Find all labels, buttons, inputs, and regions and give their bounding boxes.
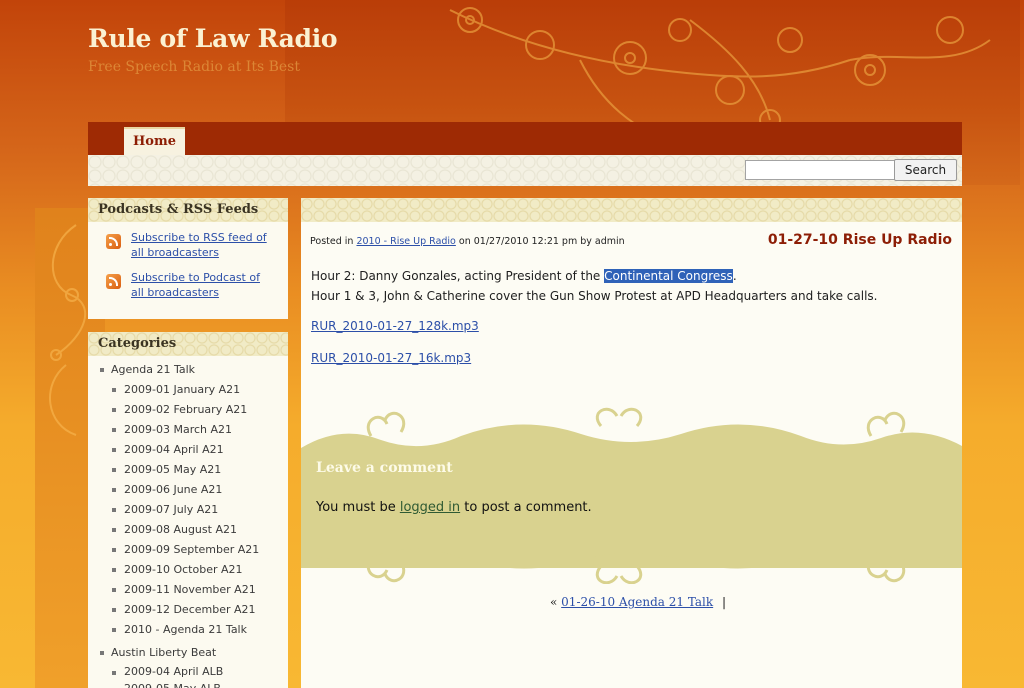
categories-list: Agenda 21 Talk 2009-01 January A21 2009-… [88,356,288,688]
previous-post-link[interactable]: 01-26-10 Agenda 21 Talk [561,595,713,609]
category-item[interactable]: 2009-02 February A21 [88,400,288,420]
category-item[interactable]: Agenda 21 Talk [88,360,288,380]
nav-tab-home[interactable]: Home [124,127,185,155]
mp3-link-16k[interactable]: RUR_2010-01-27_16k.mp3 [311,351,471,365]
highlighted-text: Continental Congress [604,269,733,283]
site-tagline: Free Speech Radio at Its Best [88,59,300,75]
category-item[interactable]: 2009-11 November A21 [88,580,288,600]
categories-heading: Categories [88,332,288,356]
rss-icon[interactable] [106,234,121,249]
scallop-ornament [301,407,962,454]
category-item[interactable]: 2009-09 September A21 [88,540,288,560]
post-title[interactable]: 01-27-10 Rise Up Radio [768,232,952,248]
category-item[interactable]: Austin Liberty Beat [88,643,288,663]
post-card-header [301,198,962,222]
search-button[interactable]: Search [894,159,957,181]
site-title[interactable]: Rule of Law Radio [88,24,338,53]
search-input[interactable] [745,160,895,180]
categories-box: Categories Agenda 21 Talk 2009-01 Januar… [88,332,288,688]
category-item[interactable]: 2009-08 August A21 [88,520,288,540]
category-item[interactable]: 2009-10 October A21 [88,560,288,580]
mp3-link-128k[interactable]: RUR_2010-01-27_128k.mp3 [311,319,479,333]
podcast-feed-link[interactable]: Subscribe to Podcast of all broadcasters [131,270,276,300]
category-item[interactable]: 2009-04 April A21 [88,440,288,460]
podcasts-box: Podcasts & RSS Feeds Subscribe to RSS fe… [88,198,288,319]
post-card: Posted in 2010 - Rise Up Radio on 01/27/… [301,198,962,688]
post-meta: Posted in 2010 - Rise Up Radio on 01/27/… [310,236,625,247]
category-item[interactable]: 2009-12 December A21 [88,600,288,620]
scallop-ornament [301,544,962,584]
category-item[interactable]: 2009-06 June A21 [88,480,288,500]
rss-icon[interactable] [106,274,121,289]
podcasts-heading: Podcasts & RSS Feeds [88,198,288,222]
main-nav: Home [88,122,962,155]
category-item[interactable]: 2009-07 July A21 [88,500,288,520]
login-notice: You must be logged in to post a comment. [316,500,592,515]
feed-row-rss[interactable]: Subscribe to RSS feed of all broadcaster… [88,230,288,270]
category-item[interactable]: 2009-05 May A21 [88,460,288,480]
login-link[interactable]: logged in [400,500,460,515]
comment-heading: Leave a comment [316,460,453,476]
category-item[interactable]: 2009-03 March A21 [88,420,288,440]
swirl-decoration [49,224,87,436]
search-bar: Search [88,155,962,186]
category-item[interactable]: 2009-01 January A21 [88,380,288,400]
post-body: Hour 2: Danny Gonzales, acting President… [311,269,878,303]
post-category-link[interactable]: 2010 - Rise Up Radio [356,236,455,247]
category-item[interactable]: 2009-04 April ALB [88,663,288,680]
post-navigation: « 01-26-10 Agenda 21 Talk | [550,595,727,609]
category-item[interactable]: 2009-05 May ALB [88,680,288,688]
rss-feed-link[interactable]: Subscribe to RSS feed of all broadcaster… [131,230,276,260]
category-item[interactable]: 2010 - Agenda 21 Talk [88,620,288,640]
feed-row-podcast[interactable]: Subscribe to Podcast of all broadcasters [88,270,288,310]
